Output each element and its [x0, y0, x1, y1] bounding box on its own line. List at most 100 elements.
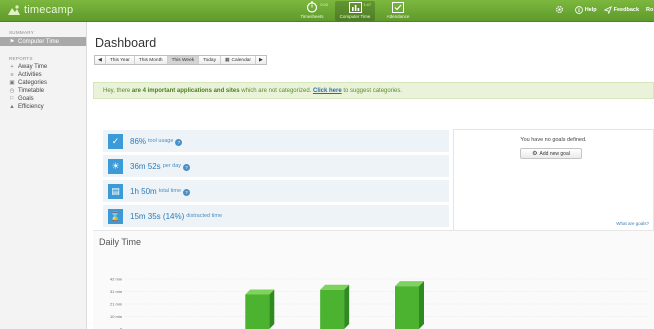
- top-bar: timecamp 0:00 Timesheets 1:47 Computer T…: [0, 0, 654, 22]
- tab-attendance[interactable]: Attendance: [378, 1, 418, 21]
- timecamp-logo-icon: [7, 4, 21, 16]
- notice-text-post: to suggest categories.: [341, 87, 403, 94]
- stat-desc: per day: [162, 163, 182, 169]
- gear-icon: ⚙: [532, 151, 538, 157]
- send-icon: [603, 5, 612, 14]
- bar: [320, 289, 345, 329]
- page-title: Dashboard: [95, 36, 157, 50]
- bar: [245, 294, 270, 329]
- y-tick-label: 21 min: [110, 302, 122, 307]
- checkmark-icon: ✓: [108, 133, 123, 149]
- stopwatch-icon: [306, 1, 318, 13]
- sidebar-item-categories[interactable]: ▣ Categories: [0, 79, 86, 87]
- what-are-goals-link[interactable]: What are goals?: [616, 221, 649, 226]
- help-label: Help: [584, 6, 597, 13]
- app-logo[interactable]: timecamp: [7, 4, 73, 16]
- feedback-label: Feedback: [613, 6, 639, 13]
- stat-value: 1h 50m: [130, 186, 157, 196]
- prev-range-button[interactable]: ◀: [95, 56, 106, 64]
- range-calendar[interactable]: ▦ Calendar: [220, 56, 256, 64]
- stat-desc: distracted time: [186, 213, 223, 219]
- plus-icon: +: [10, 64, 14, 70]
- tab-label: Attendance: [386, 14, 410, 19]
- tab-timesheets[interactable]: 0:00 Timesheets: [292, 1, 332, 21]
- y-tick-label: 31 min: [110, 289, 122, 294]
- arrow-right-icon: ▶: [259, 57, 263, 63]
- notice-text-bold: are 4 important applications and sites: [131, 87, 240, 94]
- sun-icon: ☀: [108, 158, 123, 174]
- sidebar: SUMMARY ⚑ Computer Time REPORTS + Away T…: [0, 22, 87, 329]
- bar-chart-icon: [348, 1, 362, 13]
- user-menu[interactable]: Ro: [646, 7, 654, 13]
- main-content: Dashboard ◀ This Year This Month This We…: [88, 22, 654, 329]
- help-icon[interactable]: ?: [183, 188, 191, 196]
- sidebar-heading-summary: SUMMARY: [9, 30, 35, 35]
- tab-label: Timesheets: [300, 14, 324, 19]
- tag-icon: ▣: [9, 80, 15, 86]
- settings-button[interactable]: [555, 5, 564, 14]
- attendance-icon: [392, 1, 404, 13]
- chart-canvas: 42 min31 min21 min10 min0SunMonTueWedThu…: [110, 277, 649, 329]
- no-goals-message: You have no goals defined.: [520, 137, 587, 143]
- home-icon: ⚑: [9, 38, 15, 45]
- sidebar-item-label: Categories: [18, 80, 48, 86]
- main-nav: 0:00 Timesheets 1:47 Computer Time Atten…: [292, 1, 418, 21]
- stat-distracted-time: ⌛ 15m 35s (14%) distracted time: [103, 205, 449, 227]
- arrow-left-icon: ◀: [98, 57, 102, 63]
- sidebar-item-goals[interactable]: ⚐ Goals: [0, 95, 86, 103]
- sidebar-item-timetable[interactable]: ◷ Timetable: [0, 87, 86, 95]
- app-name: timecamp: [24, 4, 74, 16]
- sidebar-item-computer-time[interactable]: ⚑ Computer Time: [0, 37, 86, 46]
- range-today[interactable]: Today: [199, 56, 221, 64]
- calendar-icon: ▦: [224, 57, 230, 63]
- sidebar-heading-reports: REPORTS: [9, 56, 33, 61]
- tab-computer-time[interactable]: 1:47 Computer Time: [335, 1, 375, 21]
- feedback-link[interactable]: Feedback: [603, 5, 639, 14]
- stat-desc: tool usage: [148, 138, 174, 144]
- tab-count: 0:00: [320, 2, 328, 7]
- stat-value: 86%: [130, 136, 147, 146]
- stat-value: 36m 52s: [130, 161, 161, 171]
- sidebar-item-efficiency[interactable]: ▲ Efficiency: [0, 103, 86, 111]
- stat-per-day: ☀ 36m 52s per day ?: [103, 155, 449, 177]
- efficiency-icon: ▲: [9, 104, 15, 110]
- help-icon[interactable]: ?: [175, 138, 183, 146]
- stat-total-time: ▤ 1h 50m total time ?: [103, 180, 449, 202]
- right-nav: Help Feedback Ro: [555, 5, 654, 14]
- stat-tool-usage: ✓ 86% tool usage ?: [103, 130, 449, 152]
- hourglass-icon: ⌛: [108, 208, 123, 224]
- user-menu-label: Ro: [646, 6, 654, 13]
- bar: [395, 286, 419, 329]
- tab-count: 1:47: [363, 2, 371, 7]
- bar-top: [245, 289, 275, 295]
- sidebar-item-label: Goals: [18, 96, 34, 102]
- bar-top: [320, 284, 350, 290]
- suggest-categories-link[interactable]: Click here: [313, 88, 342, 94]
- clock-icon: ◷: [9, 88, 15, 94]
- floppy-icon: ▤: [108, 183, 123, 199]
- range-this-year[interactable]: This Year: [105, 56, 135, 64]
- bar-side: [419, 281, 424, 329]
- list-icon: ≡: [10, 72, 14, 78]
- notice-text-pre: Hey, there: [103, 87, 132, 94]
- notice-text-mid: which are not categorized.: [239, 87, 313, 94]
- next-range-button[interactable]: ▶: [256, 56, 266, 64]
- add-goal-button[interactable]: ⚙ Add new goal: [520, 148, 582, 159]
- help-link[interactable]: Help: [574, 5, 597, 14]
- stat-desc: total time: [158, 188, 182, 194]
- info-icon: [574, 5, 583, 14]
- y-tick-label: 10 min: [110, 314, 122, 319]
- range-this-month[interactable]: This Month: [134, 56, 168, 64]
- stat-value: 15m 35s (14%): [130, 211, 185, 221]
- gear-icon: [555, 6, 563, 13]
- sidebar-item-label: Activities: [18, 72, 42, 78]
- tab-label: Computer Time: [339, 14, 371, 19]
- add-goal-label: Add new goal: [539, 150, 570, 157]
- range-this-week[interactable]: This Week: [167, 56, 200, 64]
- sidebar-item-label: Efficiency: [18, 104, 44, 110]
- help-icon[interactable]: ?: [183, 163, 191, 171]
- sidebar-item-activities[interactable]: ≡ Activities: [0, 71, 86, 79]
- sidebar-item-label: Computer Time: [18, 38, 60, 45]
- date-range-selector: ◀ This Year This Month This Week Today ▦…: [94, 55, 267, 65]
- sidebar-item-away-time[interactable]: + Away Time: [0, 63, 86, 71]
